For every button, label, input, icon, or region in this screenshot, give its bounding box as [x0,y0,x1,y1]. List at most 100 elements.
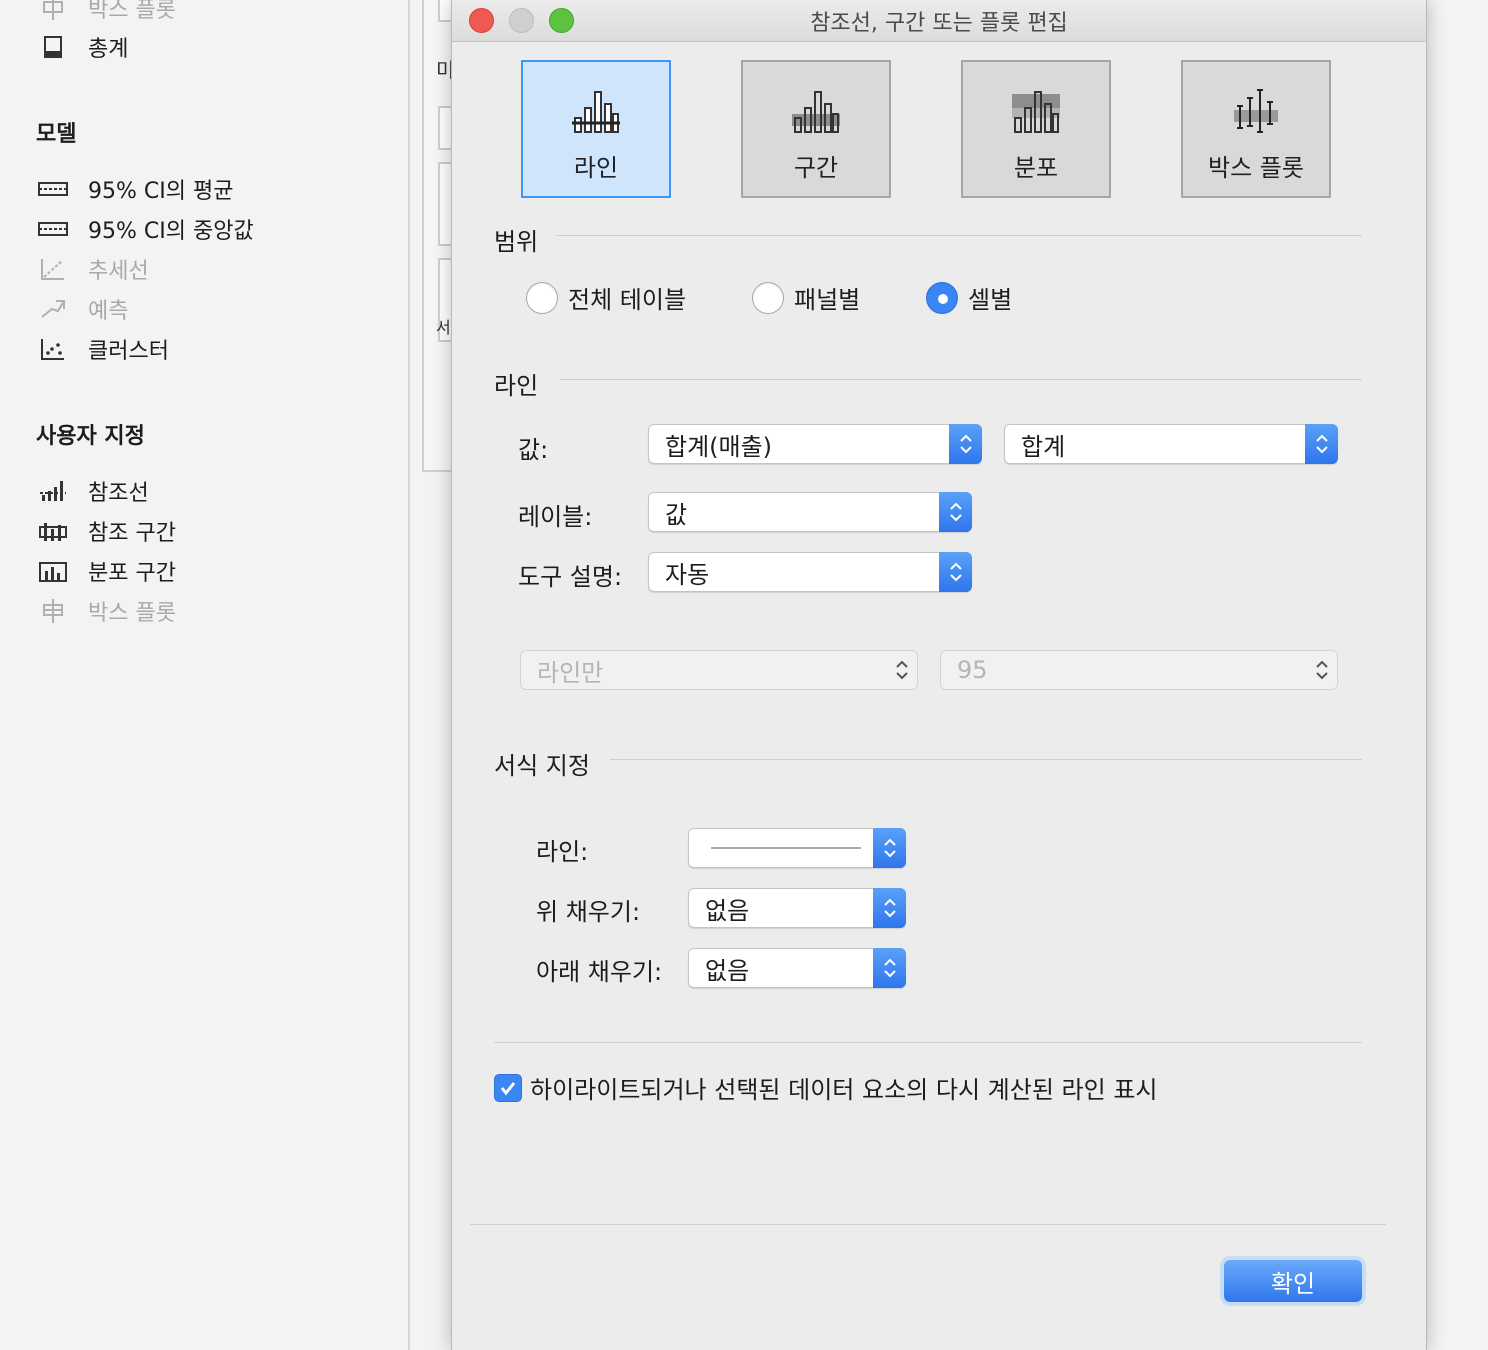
model-section-title: 모델 [36,122,77,147]
analytics-item-reference-band[interactable]: 참조 구간 [36,513,176,549]
chevron-up-down-icon [939,492,972,532]
recalculated-line-checkbox-row[interactable]: 하이라이트되거나 선택된 데이터 요소의 다시 계산된 라인 표시 [494,1070,1157,1105]
tooltip-select[interactable]: 자동 [648,552,972,592]
confidence-interval-mode-select: 라인만 [520,650,918,690]
scope-per-pane-radio[interactable]: 패널별 [752,280,860,315]
distribution-band-icon [36,559,70,583]
select-value: 95 [957,656,988,684]
analytics-item-label: 참조 구간 [88,521,176,546]
reference-band-icon [36,519,70,543]
background-fragment-text: 서 [436,318,451,337]
dialog-title: 참조선, 구간 또는 플롯 편집 [810,10,1068,36]
analytics-item-box-plot[interactable]: 박스 플롯 [36,593,176,629]
radio-label: 셀별 [968,286,1013,314]
line-type-icon [572,91,620,133]
analytics-item-label: 95% CI의 평균 [88,179,234,204]
scope-entire-table-radio[interactable]: 전체 테이블 [526,280,686,315]
maximize-window-button[interactable] [549,8,574,33]
type-line-button[interactable]: 라인 [521,60,671,198]
analytics-item-label: 총계 [88,37,129,62]
chevron-up-down-icon [1305,424,1338,464]
value-aggregation-select[interactable]: 합계 [1004,424,1338,464]
line-divider [560,379,1362,380]
chevron-up-down-icon [1305,650,1338,690]
radio-button[interactable] [526,281,558,314]
radio-label: 전체 테이블 [568,286,687,314]
totals-icon [36,35,70,59]
format-section-title: 서식 지정 [494,752,590,780]
footer-divider [470,1224,1386,1225]
analytics-item-mean-ci[interactable]: 95% CI의 평균 [36,171,233,207]
forecast-icon [36,297,70,321]
analytics-item-label: 95% CI의 중앙값 [88,219,254,244]
minimize-window-button[interactable] [509,8,534,33]
line-style-preview [711,847,861,849]
fill-above-label: 위 채우기: [536,898,641,926]
close-window-button[interactable] [469,8,494,33]
select-value: 라인만 [537,658,604,687]
chevron-up-down-icon [873,828,906,868]
analytics-item-label: 추세선 [88,259,149,284]
select-value: 없음 [705,896,750,925]
analytics-item-label: 예측 [88,299,129,324]
edit-reference-line-dialog: 참조선, 구간 또는 플롯 편집 라인 구간 분포 박스 플롯 범위 전체 테이… [451,0,1427,1350]
ok-button[interactable]: 확인 [1224,1260,1362,1302]
type-band-label: 구간 [793,154,839,182]
analytics-item-forecast[interactable]: 예측 [36,291,128,327]
confidence-interval-percent-select: 95 [940,650,1338,690]
type-distribution-button[interactable]: 분포 [961,60,1111,198]
pane-divider [408,0,410,1350]
tooltip-label: 도구 설명: [518,563,623,591]
ci-band-icon [36,177,70,201]
custom-section-title: 사용자 지정 [36,424,145,449]
radio-button[interactable] [926,281,958,314]
fill-below-select[interactable]: 없음 [688,948,906,988]
analytics-item-label: 박스 플롯 [88,0,176,23]
radio-label: 패널별 [794,286,861,314]
analytics-item-label: 참조선 [88,481,149,506]
trend-line-icon [36,257,70,281]
analytics-item-distribution-band[interactable]: 분포 구간 [36,553,176,589]
recalculated-line-checkbox[interactable] [494,1073,522,1102]
select-value: 없음 [705,956,750,985]
analytics-item-label: 클러스터 [88,339,169,364]
band-type-icon [792,91,840,133]
radio-button[interactable] [752,281,784,314]
recalculated-line-label: 하이라이트되거나 선택된 데이터 요소의 다시 계산된 라인 표시 [530,1076,1158,1104]
label-label: 레이블: [518,503,593,531]
select-value: 자동 [665,560,710,589]
scope-section-title: 범위 [494,228,539,256]
analytics-item-trend-line[interactable]: 추세선 [36,251,149,287]
format-divider [610,759,1362,760]
reference-line-icon [36,479,70,503]
scope-per-cell-radio[interactable]: 셀별 [926,280,1012,315]
analytics-item-totals[interactable]: 총계 [36,29,128,65]
box-plot-type-icon [1234,89,1278,133]
type-line-label: 라인 [573,154,619,182]
analytics-item-reference-line[interactable]: 참조선 [36,473,149,509]
type-box-plot-button[interactable]: 박스 플롯 [1181,60,1331,198]
select-value: 값 [665,500,688,529]
type-band-button[interactable]: 구간 [741,60,891,198]
chevron-up-down-icon [885,650,918,690]
chevron-up-down-icon [939,552,972,592]
type-distribution-label: 분포 [1013,154,1059,182]
analytics-item-label: 박스 플롯 [88,601,176,626]
value-field-select[interactable]: 합계(매출) [648,424,982,464]
analytics-item-cluster[interactable]: 클러스터 [36,331,169,367]
checkmark-icon [500,1081,516,1095]
analytics-item-box-plot-top[interactable]: 박스 플롯 [36,0,176,26]
analytics-item-median-ci[interactable]: 95% CI의 중앙값 [36,211,254,247]
select-value: 합계(매출) [665,432,773,461]
fill-above-select[interactable]: 없음 [688,888,906,928]
chevron-up-down-icon [949,424,982,464]
scope-divider [556,235,1362,236]
dialog-titlebar[interactable]: 참조선, 구간 또는 플롯 편집 [452,0,1426,42]
analytics-item-label: 분포 구간 [88,561,176,586]
ci-band-icon [36,217,70,241]
recalc-divider [494,1042,1362,1043]
box-plot-icon [36,0,70,20]
line-style-select[interactable] [688,828,906,868]
cluster-icon [36,337,70,361]
label-select[interactable]: 값 [648,492,972,532]
